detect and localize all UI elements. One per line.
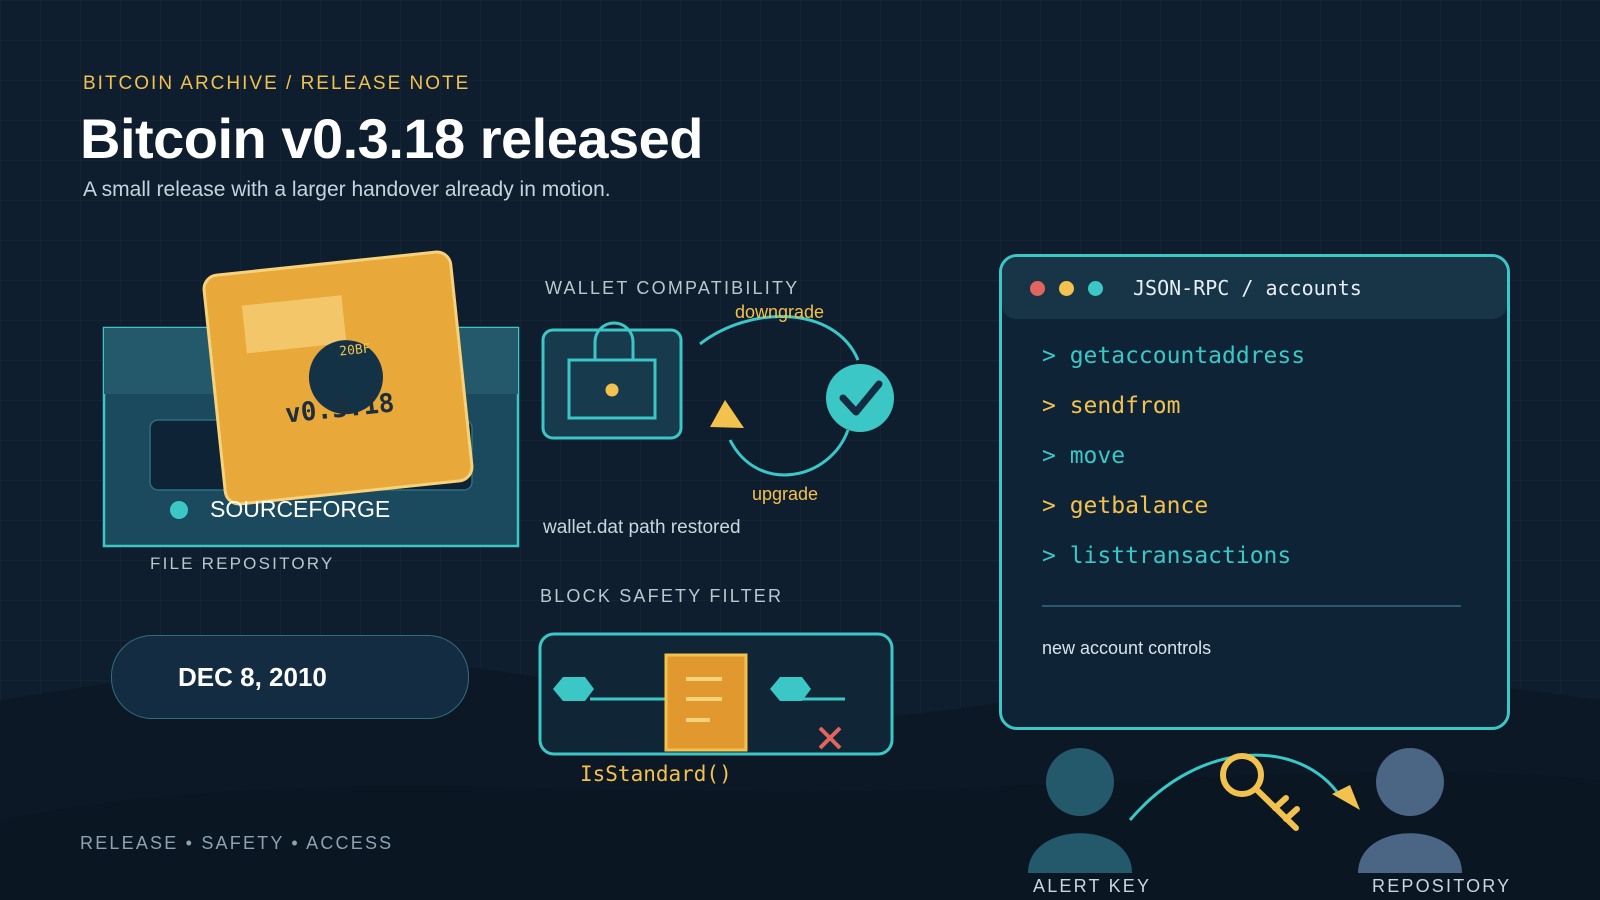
document-filter-icon — [664, 653, 748, 752]
repository-label: REPOSITORY — [1372, 876, 1512, 896]
user-icon-repository — [1358, 748, 1462, 873]
alert-key-label: ALERT KEY — [1033, 876, 1152, 896]
terminal-header: JSON-RPC / accounts — [1002, 257, 1507, 319]
date-pill: DEC 8, 2010 — [111, 635, 469, 719]
footer-tagline: RELEASE • SAFETY • ACCESS — [80, 833, 394, 853]
window-minimize-dot — [1059, 280, 1074, 296]
repository-caption: FILE REPOSITORY — [150, 554, 335, 573]
page-subtitle: A small release with a larger handover a… — [83, 178, 611, 201]
rpc-command: > getaccountaddress — [1042, 343, 1306, 369]
wallet-caption: wallet.dat path restored — [543, 517, 741, 538]
rpc-terminal: JSON-RPC / accounts > getaccountaddress … — [999, 254, 1510, 730]
status-dot — [170, 501, 188, 519]
filter-function-label: IsStandard() — [580, 762, 732, 786]
release-date: DEC 8, 2010 — [178, 661, 327, 692]
rpc-command: > move — [1042, 443, 1126, 469]
check-circle-icon — [826, 364, 894, 432]
downgrade-label: downgrade — [735, 302, 825, 322]
terminal-footer: new account controls — [1042, 638, 1212, 658]
terminal-title: JSON-RPC / accounts — [1133, 276, 1362, 300]
user-icon — [1028, 748, 1132, 873]
handover-illustration — [1028, 748, 1462, 873]
page-kicker: BITCOIN ARCHIVE / RELEASE NOTE — [83, 73, 471, 94]
page-title: Bitcoin v0.3.18 released — [80, 107, 704, 170]
wallet-heading: WALLET COMPATIBILITY — [545, 278, 800, 298]
repository-name: SOURCEFORGE — [210, 496, 391, 522]
handover-arc — [1128, 753, 1342, 821]
package-icon — [202, 250, 474, 506]
rpc-command: > getbalance — [1042, 493, 1209, 519]
rpc-command: > listtransactions — [1042, 543, 1292, 569]
key-icon — [1220, 753, 1300, 831]
wallet-diagram — [541, 315, 894, 477]
rpc-command: > sendfrom — [1042, 393, 1181, 419]
terminal-divider — [1042, 605, 1461, 607]
window-close-dot — [1030, 280, 1045, 296]
window-maximize-dot — [1088, 280, 1103, 296]
filter-diagram — [538, 632, 894, 756]
filter-heading: BLOCK SAFETY FILTER — [540, 586, 784, 606]
lock-icon — [541, 321, 683, 440]
upgrade-label: upgrade — [752, 484, 819, 504]
